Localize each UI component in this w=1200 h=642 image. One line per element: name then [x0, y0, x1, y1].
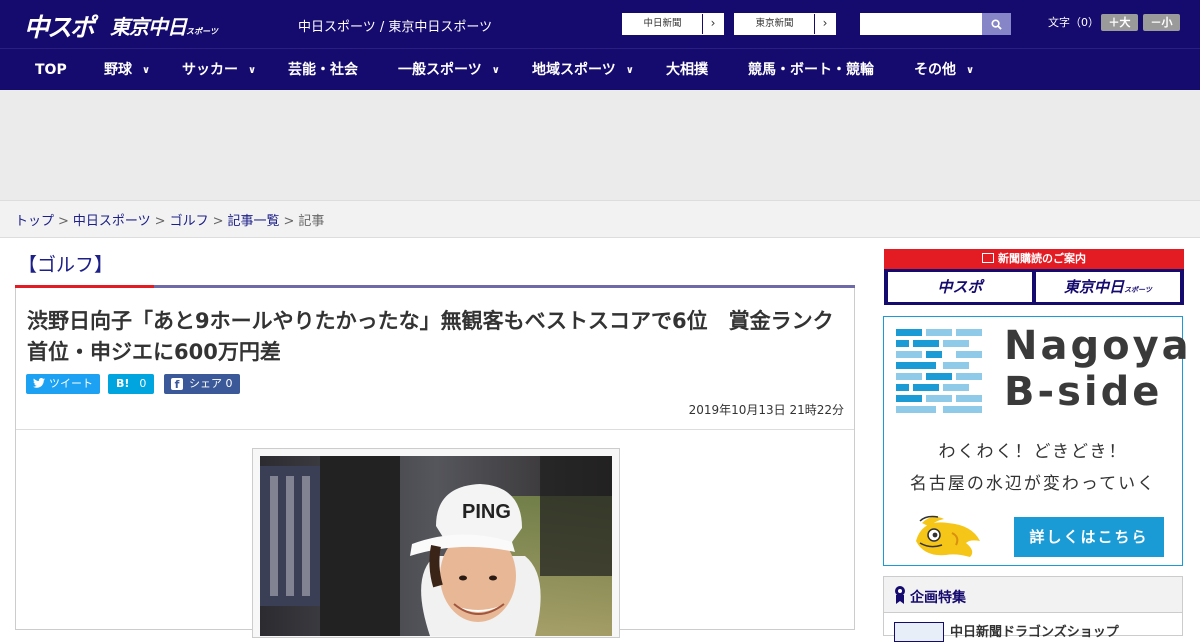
- chunichi-shimbun-link[interactable]: 中日新聞 ›: [622, 13, 724, 35]
- ad-banner-area: [0, 90, 1200, 200]
- facebook-share-button[interactable]: f シェア 0: [164, 374, 240, 394]
- ribbon-award-icon: [895, 586, 905, 604]
- nav-item-soccer[interactable]: サッカー ∨: [182, 49, 256, 91]
- nav-item-racing[interactable]: 競馬・ボート・競輪: [748, 49, 874, 91]
- special-features-title: 企画特集: [884, 577, 1182, 613]
- subscribe-button-small: スポーツ: [1124, 286, 1152, 294]
- chevron-down-icon: ∨: [966, 65, 975, 76]
- logo-secondary-text: 東京中日: [110, 15, 187, 39]
- subscription-box: 新聞購読のご案内 中スポ 東京中日スポーツ: [884, 249, 1184, 305]
- nagoya-bside-ad[interactable]: Nagoya B-side わくわく！どきどき！ 名古屋の水辺が変わっていく 詳…: [883, 316, 1189, 566]
- nav-label: 大相撲: [666, 62, 708, 78]
- breadcrumb-top[interactable]: トップ: [15, 214, 54, 229]
- nav-label: 競馬・ボート・競輪: [748, 62, 874, 78]
- nav-item-top[interactable]: TOP: [35, 49, 67, 91]
- article-headline: 渋野日向子「あと9ホールやりたかったな」無観客もベストスコアで6位 賞金ランク首…: [27, 309, 834, 364]
- twitter-bird-icon: [33, 378, 45, 388]
- nav-item-entertainment[interactable]: 芸能・社会: [288, 49, 358, 91]
- tweet-button[interactable]: ツイート: [26, 374, 100, 394]
- facebook-icon: f: [171, 378, 183, 391]
- shachihoko-mascot-icon: [916, 515, 980, 557]
- chevron-down-icon: ∨: [142, 65, 151, 76]
- category-heading: 【ゴルフ】: [18, 254, 114, 276]
- bside-title-line1: Nagoya: [1004, 323, 1192, 369]
- breadcrumb-separator: >: [283, 214, 295, 229]
- subscribe-button-label: 東京中日: [1064, 278, 1125, 296]
- facebook-share-count: 0: [225, 377, 233, 390]
- bside-title-line2: B-side: [1004, 369, 1163, 415]
- divider: [16, 429, 854, 430]
- ext-link-label: 中日新聞: [623, 14, 703, 34]
- font-decrease-button[interactable]: －小: [1143, 14, 1180, 31]
- nav-label: 地域スポーツ: [532, 62, 616, 78]
- nav-label: 芸能・社会: [288, 62, 358, 78]
- nav-label: サッカー: [182, 62, 238, 78]
- article-photo[interactable]: PING: [260, 456, 612, 636]
- breadcrumb-golf[interactable]: ゴルフ: [170, 214, 209, 229]
- special-features-title-text: 企画特集: [910, 590, 966, 606]
- facebook-share-label: シェア: [189, 377, 222, 390]
- font-size-label: 文字（0）: [1048, 16, 1099, 29]
- hatena-count: 0: [139, 377, 147, 390]
- bside-details-button[interactable]: 詳しくはこちら: [1014, 517, 1164, 557]
- breadcrumb-separator: >: [212, 214, 224, 229]
- font-increase-button[interactable]: ＋大: [1101, 14, 1138, 31]
- hatena-bookmark-icon: B!: [116, 377, 130, 390]
- article-photo-frame: PING: [252, 448, 620, 638]
- tokyo-chunichi-sports-logo[interactable]: 東京中日スポーツ: [110, 11, 218, 40]
- dragons-shop-thumbnail[interactable]: [894, 622, 944, 642]
- hatena-bookmark-button[interactable]: B! 0: [108, 374, 155, 394]
- nav-label: その他: [914, 62, 956, 78]
- tokyo-shimbun-link[interactable]: 東京新聞 ›: [734, 13, 836, 35]
- nav-item-sumo[interactable]: 大相撲: [666, 49, 708, 91]
- breadcrumb: トップ > 中日スポーツ > ゴルフ > 記事一覧 > 記事: [0, 200, 1200, 238]
- nav-item-others[interactable]: その他 ∨: [914, 49, 974, 91]
- nav-label: 一般スポーツ: [398, 62, 482, 78]
- special-features-box: 企画特集 中日新聞ドラゴンズショップ: [883, 576, 1183, 642]
- site-title[interactable]: 中日スポーツ / 東京中日スポーツ: [298, 16, 492, 35]
- chevron-right-icon: ›: [822, 16, 828, 30]
- breadcrumb-separator: >: [154, 214, 166, 229]
- chevron-down-icon: ∨: [491, 65, 500, 76]
- chunichi-sports-logo[interactable]: 中スポ: [24, 8, 95, 44]
- global-nav: TOP 野球 ∨ サッカー ∨ 芸能・社会 一般スポーツ ∨ 地域スポーツ ∨ 大相撲 …: [0, 48, 1200, 90]
- top-header: 中スポ 東京中日スポーツ 中日スポーツ / 東京中日スポーツ 中日新聞 › 東京…: [0, 0, 1200, 48]
- bside-tagline2: 名古屋の水辺が変わっていく: [909, 474, 1157, 494]
- nav-item-general-sports[interactable]: 一般スポーツ ∨: [398, 49, 500, 91]
- breadcrumb-separator: >: [58, 214, 69, 229]
- nav-item-local-sports[interactable]: 地域スポーツ ∨: [532, 49, 634, 91]
- subscribe-chunichi-sports-button[interactable]: 中スポ: [888, 272, 1032, 302]
- bside-brick-logo-icon: [896, 329, 982, 413]
- breadcrumb-article-list[interactable]: 記事一覧: [228, 214, 280, 229]
- article-date: 2019年10月13日 21時22分: [688, 403, 844, 417]
- nav-item-baseball[interactable]: 野球 ∨: [104, 49, 150, 91]
- subscription-title: 新聞購読のご案内: [884, 249, 1184, 269]
- newspaper-icon: [982, 253, 994, 263]
- article-container: 渋野日向子「あと9ホールやりたかったな」無観客もベストスコアで6位 賞金ランク首…: [15, 288, 855, 638]
- subscribe-tokyo-chunichi-button[interactable]: 東京中日スポーツ: [1036, 272, 1180, 302]
- breadcrumb-current: 記事: [298, 214, 325, 229]
- search-button[interactable]: [982, 13, 1011, 35]
- breadcrumb-chunichi-sports[interactable]: 中日スポーツ: [73, 214, 151, 229]
- search-input[interactable]: [860, 13, 982, 35]
- search-icon: [991, 18, 1002, 30]
- tweet-label: ツイート: [49, 377, 93, 390]
- chevron-down-icon: ∨: [248, 65, 257, 76]
- bside-tagline1: わくわく！どきどき！: [938, 442, 1128, 462]
- nav-label: TOP: [35, 62, 67, 78]
- logo-secondary-small: スポーツ: [186, 27, 218, 36]
- chevron-right-icon: ›: [710, 16, 716, 30]
- cap-logo-text: PING: [462, 501, 511, 523]
- golfer-photo-illustration: PING: [260, 456, 612, 636]
- dragons-shop-link[interactable]: 中日新聞ドラゴンズショップ: [950, 621, 1119, 640]
- subscription-title-text: 新聞購読のご案内: [998, 252, 1086, 265]
- nav-label: 野球: [104, 62, 132, 78]
- chevron-down-icon: ∨: [625, 65, 634, 76]
- ext-link-label: 東京新聞: [735, 14, 815, 34]
